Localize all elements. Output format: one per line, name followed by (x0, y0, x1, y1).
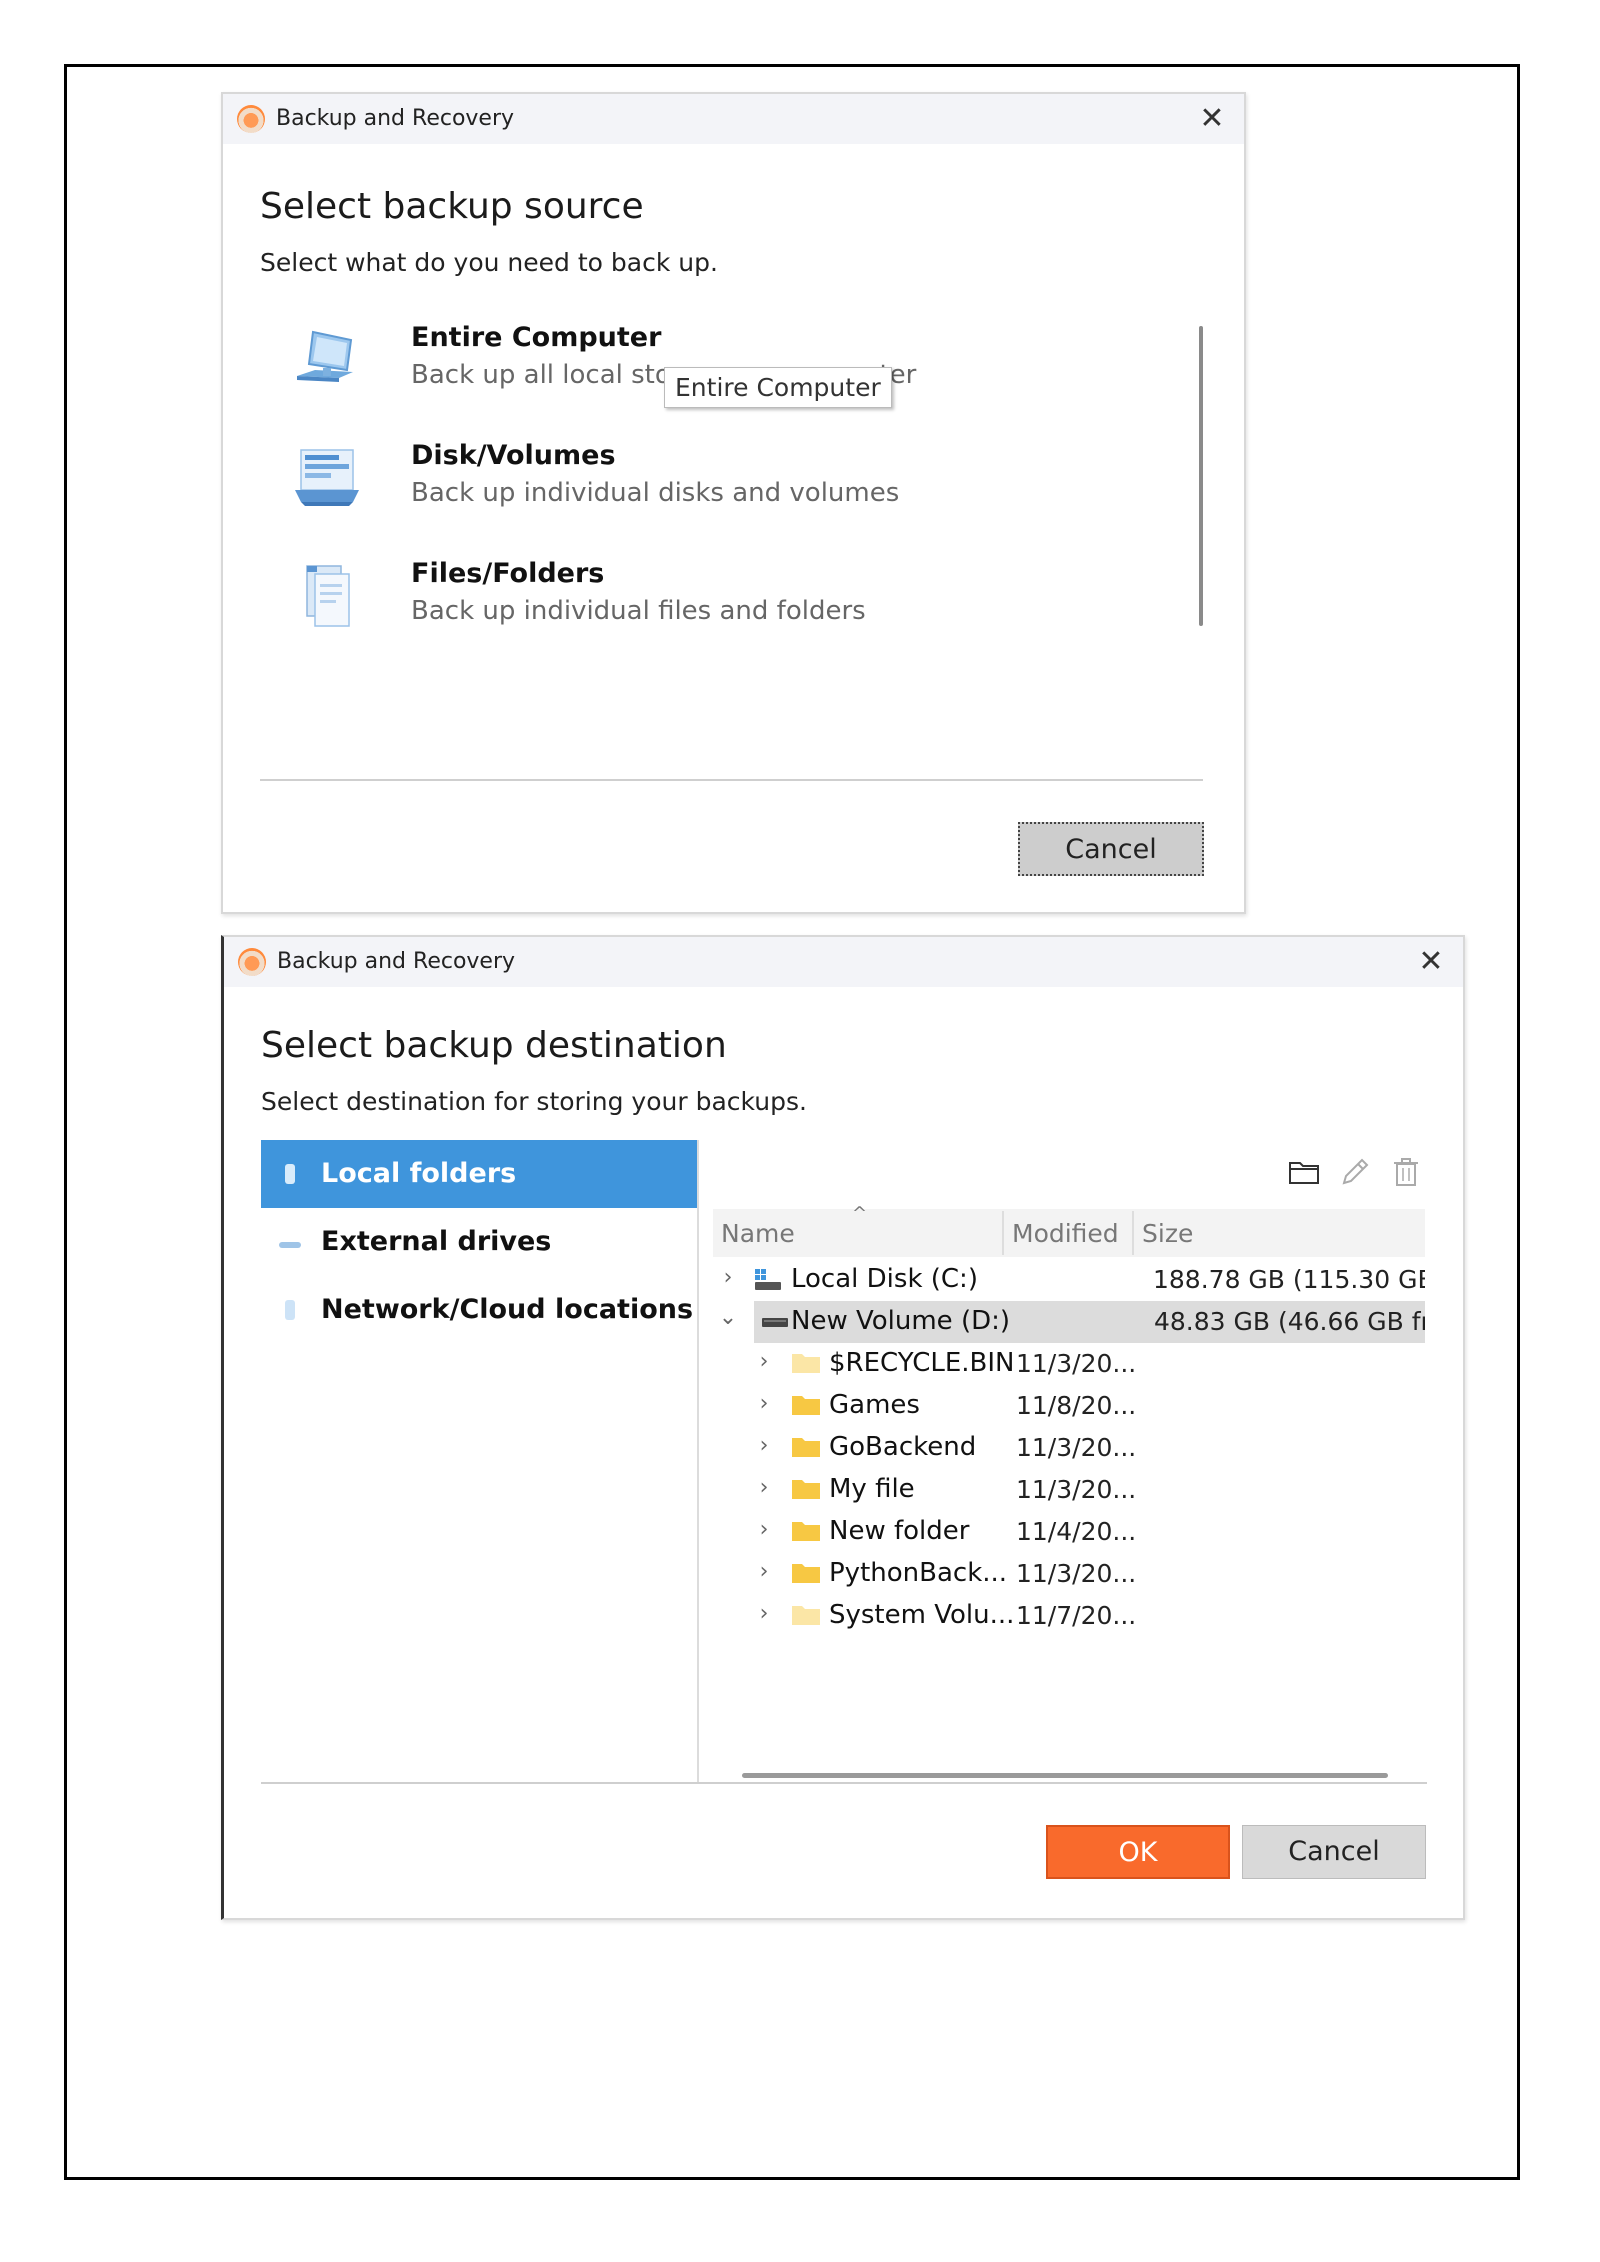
cancel-button[interactable]: Cancel (1242, 1825, 1426, 1879)
drive-size: 188.78 GB (115.30 GB fr (1153, 1265, 1425, 1294)
folder-name: System Volu... (829, 1600, 1015, 1630)
backup-source-dialog: Backup and Recovery ✕ Select backup sour… (221, 92, 1246, 914)
nav-item-label: Network/Cloud locations (321, 1294, 694, 1325)
folder-icon (792, 1354, 820, 1373)
tree-row-folder[interactable]: › Games 11/8/20... (713, 1385, 1425, 1427)
nav-item-label: Local folders (321, 1158, 517, 1189)
page-subtitle: Select what do you need to back up. (260, 248, 718, 277)
folder-icon (792, 1606, 820, 1625)
external-drive-icon (279, 1242, 301, 1248)
footer-divider (261, 1782, 1427, 1784)
expand-chevron-icon[interactable]: › (753, 1391, 775, 1416)
page-title: Select backup destination (261, 1025, 727, 1066)
folder-modified: 11/8/20... (1016, 1391, 1137, 1420)
sort-caret-icon: ^ (852, 1203, 868, 1224)
title-bar: Backup and Recovery ✕ (224, 937, 1463, 987)
delete-icon[interactable] (1389, 1155, 1423, 1189)
nav-item-local-folders[interactable]: Local folders (261, 1140, 697, 1208)
column-name[interactable]: Name (721, 1219, 795, 1248)
folder-modified: 11/7/20... (1016, 1601, 1137, 1630)
backup-destination-dialog: Backup and Recovery ✕ Select backup dest… (221, 935, 1465, 1920)
option-description: Back up individual files and folders (411, 596, 866, 626)
column-modified[interactable]: Modified (1012, 1219, 1119, 1248)
expand-chevron-icon[interactable]: › (753, 1349, 775, 1374)
tree-row-folder[interactable]: › New folder 11/4/20... (713, 1511, 1425, 1553)
option-description: Back up individual disks and volumes (411, 478, 900, 508)
folder-name: Games (829, 1390, 920, 1420)
expand-chevron-icon[interactable]: › (753, 1517, 775, 1542)
network-cloud-icon (285, 1300, 295, 1320)
expand-chevron-icon[interactable]: › (753, 1601, 775, 1626)
column-size[interactable]: Size (1142, 1219, 1193, 1248)
nav-divider (697, 1140, 699, 1782)
tree-row-folder[interactable]: › PythonBack... 11/3/20... (713, 1553, 1425, 1595)
tree-row-drive-c[interactable]: › Local Disk (C:) 188.78 GB (115.30 GB f… (713, 1259, 1425, 1301)
close-button[interactable]: ✕ (1414, 945, 1448, 979)
expand-chevron-icon[interactable]: › (717, 1265, 739, 1290)
disk-volumes-icon (295, 449, 359, 506)
tree-row-folder[interactable]: › GoBackend 11/3/20... (713, 1427, 1425, 1469)
option-title: Disk/Volumes (411, 440, 616, 471)
computer-icon (297, 330, 353, 382)
option-title: Entire Computer (411, 322, 662, 353)
ok-button[interactable]: OK (1046, 1825, 1230, 1879)
folder-icon (792, 1564, 820, 1583)
app-logo-icon (237, 105, 265, 133)
column-separator[interactable] (1132, 1211, 1134, 1255)
page-subtitle: Select destination for storing your back… (261, 1087, 807, 1116)
system-drive-icon (755, 1269, 781, 1290)
folder-name: $RECYCLE.BIN (829, 1348, 1015, 1378)
folder-icon (792, 1438, 820, 1457)
close-button[interactable]: ✕ (1195, 102, 1229, 136)
rename-icon[interactable] (1338, 1155, 1372, 1189)
nav-item-network-cloud[interactable]: Network/Cloud locations (261, 1276, 697, 1344)
option-disk-volumes[interactable]: Disk/Volumes Back up individual disks an… (293, 440, 993, 530)
folder-modified: 11/3/20... (1016, 1559, 1137, 1588)
nav-item-external-drives[interactable]: External drives (261, 1208, 697, 1276)
folder-modified: 11/3/20... (1016, 1433, 1137, 1462)
folder-name: PythonBack... (829, 1558, 1008, 1588)
tooltip: Entire Computer (664, 367, 892, 408)
page-title: Select backup source (260, 186, 644, 227)
app-logo-icon (238, 948, 266, 976)
files-folders-icon (306, 565, 350, 627)
tree-row-folder[interactable]: › System Volu... 11/7/20... (713, 1595, 1425, 1637)
column-separator[interactable] (1002, 1211, 1004, 1255)
tree-row-folder[interactable]: › My file 11/3/20... (713, 1469, 1425, 1511)
tree-row-drive-d[interactable]: New Volume (D:) 48.83 GB (46.66 GB fr (754, 1301, 1425, 1343)
folder-icon (792, 1522, 820, 1541)
drive-name: Local Disk (C:) (791, 1264, 978, 1294)
file-list-header: ^ Name Modified Size (713, 1203, 1425, 1257)
local-folder-icon (285, 1164, 295, 1184)
folder-icon (792, 1480, 820, 1499)
drive-size: 48.83 GB (46.66 GB fr (1154, 1307, 1425, 1336)
drive-name: New Volume (D:) (791, 1306, 1011, 1336)
horizontal-scrollbar[interactable] (742, 1773, 1388, 1778)
nav-item-label: External drives (321, 1226, 552, 1257)
folder-name: My file (829, 1474, 915, 1504)
footer-divider (260, 779, 1203, 781)
folder-icon (792, 1396, 820, 1415)
tree-row-folder[interactable]: › $RECYCLE.BIN 11/3/20... (713, 1343, 1425, 1385)
expand-chevron-icon[interactable]: › (753, 1559, 775, 1584)
expand-chevron-icon[interactable]: › (753, 1433, 775, 1458)
title-bar: Backup and Recovery ✕ (223, 94, 1244, 144)
option-files-folders[interactable]: Files/Folders Back up individual files a… (293, 558, 993, 648)
collapse-chevron-icon[interactable]: ⌄ (717, 1305, 739, 1330)
vertical-scrollbar[interactable] (1199, 326, 1203, 626)
volume-drive-icon (762, 1318, 788, 1327)
option-title: Files/Folders (411, 558, 605, 589)
folder-name: GoBackend (829, 1432, 977, 1462)
folder-modified: 11/3/20... (1016, 1349, 1137, 1378)
folder-modified: 11/3/20... (1016, 1475, 1137, 1504)
expand-chevron-icon[interactable]: › (753, 1475, 775, 1500)
folder-name: New folder (829, 1516, 970, 1546)
option-description: Back up all local stor (411, 360, 682, 390)
location-nav: Local folders External drives Network/Cl… (261, 1140, 697, 1344)
window-title: Backup and Recovery (277, 949, 516, 974)
new-folder-icon[interactable] (1287, 1155, 1321, 1189)
folder-modified: 11/4/20... (1016, 1517, 1137, 1546)
cancel-button[interactable]: Cancel (1018, 822, 1204, 876)
window-title: Backup and Recovery (276, 106, 515, 131)
